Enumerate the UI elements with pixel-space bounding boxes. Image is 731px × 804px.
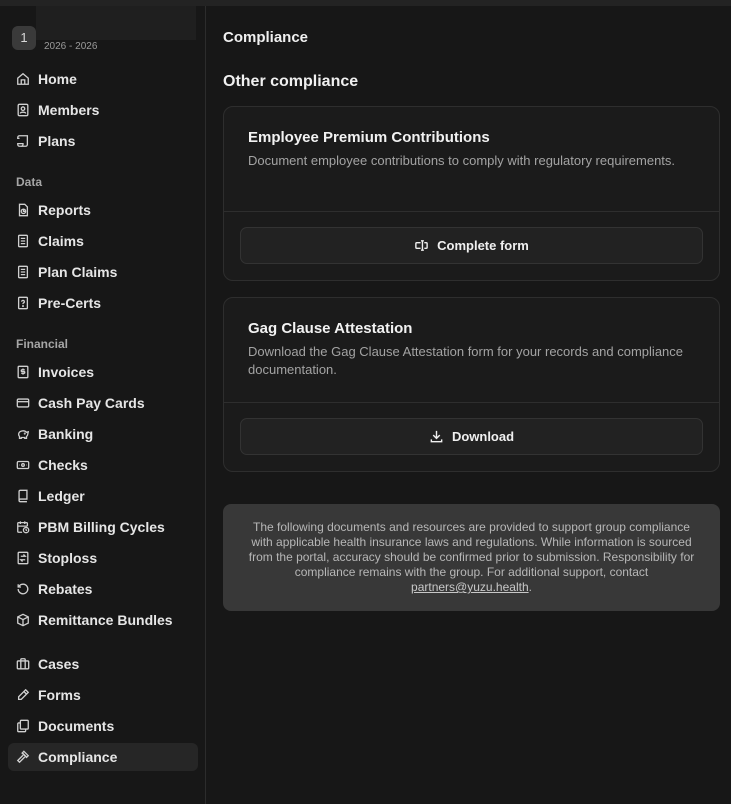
sidebar-item-label: Cash Pay Cards	[38, 395, 145, 411]
sidebar-item-stoploss[interactable]: Stoploss	[8, 544, 198, 572]
sidebar-item-label: Forms	[38, 687, 81, 703]
home-icon	[16, 72, 30, 86]
check-icon	[16, 458, 30, 472]
package-icon	[16, 613, 30, 627]
sidebar-item-plans[interactable]: Plans	[8, 127, 198, 155]
sidebar-item-pbm-billing-cycles[interactable]: PBM Billing Cycles	[8, 513, 198, 541]
sidebar-item-label: Rebates	[38, 581, 93, 597]
sidebar-item-label: Invoices	[38, 364, 95, 380]
dollar-receipt-icon	[16, 365, 30, 379]
download-label: Download	[451, 429, 515, 444]
nav-main: Home Members Plans Data Reports Claims P…	[8, 65, 198, 774]
sidebar-item-home[interactable]: Home	[8, 65, 198, 93]
card-title: Gag Clause Attestation	[248, 320, 413, 337]
transfer-icon	[16, 551, 30, 565]
sidebar-item-forms[interactable]: Forms	[8, 681, 198, 709]
sidebar-item-label: Pre-Certs	[38, 295, 102, 311]
card-header: Employee Premium Contributions Document …	[224, 107, 719, 212]
rotate-icon	[16, 582, 30, 596]
gavel-icon	[16, 750, 30, 764]
org-switcher[interactable]: 1 2026 - 2026	[8, 6, 198, 56]
card-gag-clause-attestation: Gag Clause Attestation Download the Gag …	[223, 297, 720, 472]
complete-form-label: Complete form	[437, 238, 529, 253]
sidebar-item-plan-claims[interactable]: Plan Claims	[8, 258, 198, 286]
pencil-icon	[16, 688, 30, 702]
files-icon	[16, 719, 30, 733]
sidebar-item-label: Plan Claims	[38, 264, 118, 280]
sidebar-item-invoices[interactable]: Invoices	[8, 358, 198, 386]
support-email-link[interactable]: partners@yuzu.health	[411, 580, 529, 594]
sidebar-item-label: Stoploss	[38, 550, 98, 566]
sidebar-item-checks[interactable]: Checks	[8, 451, 198, 479]
report-icon	[16, 203, 30, 217]
sidebar-item-label: Cases	[38, 656, 80, 672]
page-title: Compliance	[223, 29, 309, 46]
org-badge: 1	[12, 26, 36, 50]
sidebar-item-label: Banking	[38, 426, 94, 442]
sidebar-item-banking[interactable]: Banking	[8, 420, 198, 448]
sidebar-item-label: Remittance Bundles	[38, 612, 173, 628]
notice-suffix: .	[528, 580, 532, 594]
sidebar-item-members[interactable]: Members	[8, 96, 198, 124]
id-card-icon	[16, 103, 30, 117]
briefcase-icon	[16, 657, 30, 671]
sidebar: 1 2026 - 2026 Home Members Plans Data Re…	[0, 6, 206, 804]
card-title: Employee Premium Contributions	[248, 129, 490, 146]
sidebar-item-ledger[interactable]: Ledger	[8, 482, 198, 510]
card-employee-premium-contributions: Employee Premium Contributions Document …	[223, 106, 720, 281]
card-description: Document employee contributions to compl…	[248, 153, 676, 168]
card-header: Gag Clause Attestation Download the Gag …	[224, 298, 719, 403]
org-name-redacted	[36, 6, 196, 40]
calendar-clock-icon	[16, 520, 30, 534]
sidebar-item-label: Reports	[38, 202, 91, 218]
sidebar-item-reports[interactable]: Reports	[8, 196, 198, 224]
document-icon	[16, 234, 30, 248]
org-year-range: 2026 - 2026	[44, 41, 98, 52]
section-label-data: Data	[16, 175, 43, 189]
sidebar-item-cases[interactable]: Cases	[8, 650, 198, 678]
sidebar-item-remittance-bundles[interactable]: Remittance Bundles	[8, 606, 198, 634]
book-icon	[16, 489, 30, 503]
card-description: Download the Gag Clause Attestation form…	[248, 344, 684, 377]
sidebar-item-label: Claims	[38, 233, 84, 249]
sidebar-item-documents[interactable]: Documents	[8, 712, 198, 740]
sidebar-item-label: Members	[38, 102, 100, 118]
sidebar-item-label: Documents	[38, 718, 115, 734]
main-content: Compliance Other compliance Employee Pre…	[207, 6, 731, 804]
notice-text: The following documents and resources ar…	[248, 520, 695, 579]
question-file-icon	[16, 296, 30, 310]
credit-card-icon	[16, 396, 30, 410]
sidebar-item-label: Ledger	[38, 488, 85, 504]
sidebar-item-label: Checks	[38, 457, 88, 473]
download-button[interactable]: Download	[240, 418, 703, 455]
section-title: Other compliance	[223, 73, 359, 90]
piggy-bank-icon	[16, 427, 30, 441]
sidebar-item-label: Home	[38, 71, 77, 87]
form-input-icon	[415, 240, 428, 251]
sidebar-item-pre-certs[interactable]: Pre-Certs	[8, 289, 198, 317]
sidebar-item-rebates[interactable]: Rebates	[8, 575, 198, 603]
download-icon	[430, 430, 443, 443]
sidebar-item-claims[interactable]: Claims	[8, 227, 198, 255]
sidebar-item-cash-pay-cards[interactable]: Cash Pay Cards	[8, 389, 198, 417]
sidebar-item-label: Plans	[38, 133, 76, 149]
section-label-financial: Financial	[16, 337, 69, 351]
complete-form-button[interactable]: Complete form	[240, 227, 703, 264]
sidebar-item-label: PBM Billing Cycles	[38, 519, 165, 535]
sidebar-item-label: Compliance	[38, 749, 118, 765]
document-icon	[16, 265, 30, 279]
compliance-notice: The following documents and resources ar…	[223, 504, 720, 611]
scroll-icon	[16, 134, 30, 148]
sidebar-item-compliance[interactable]: Compliance	[8, 743, 198, 771]
